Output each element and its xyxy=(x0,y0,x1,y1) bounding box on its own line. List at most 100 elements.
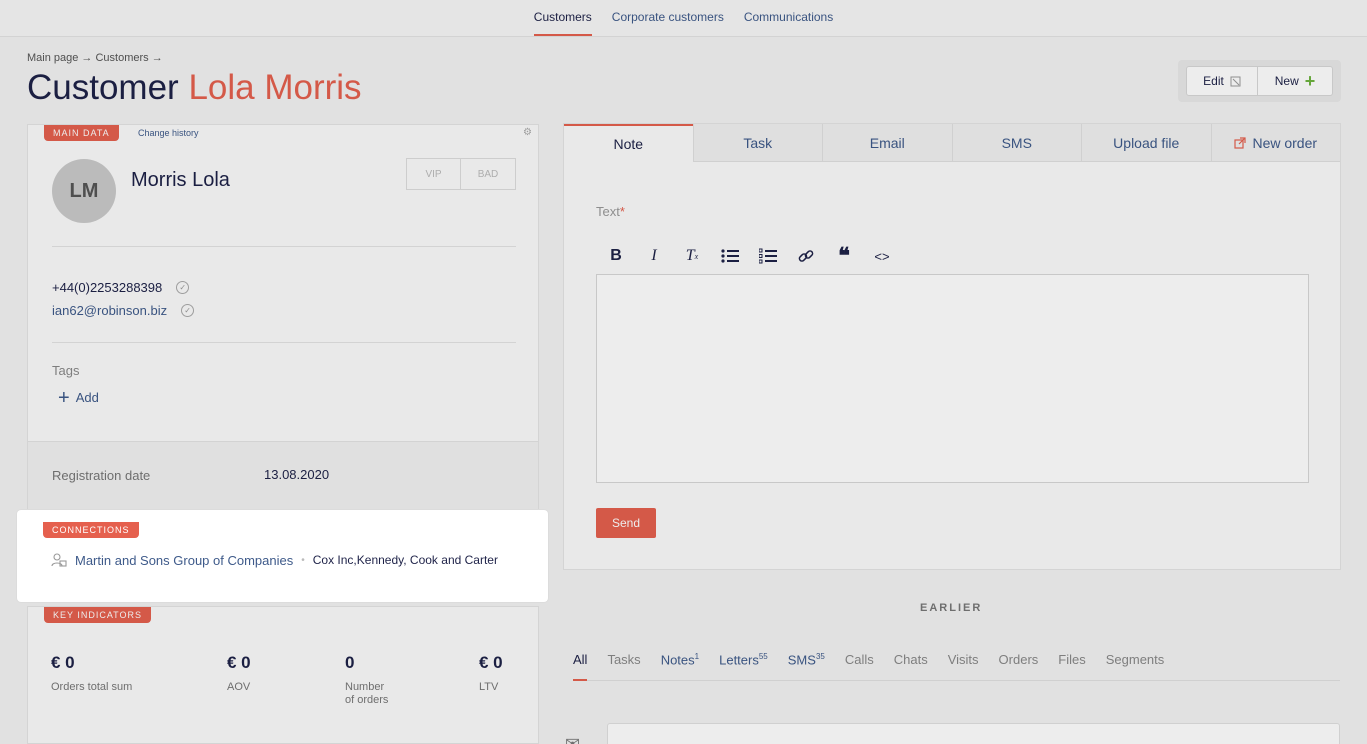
page-title-customer-name: Lola Morris xyxy=(188,68,362,107)
indicator-aov: € 0 AOV xyxy=(227,653,251,694)
tab-new-order[interactable]: New order xyxy=(1210,124,1340,161)
page-title-prefix: Customer xyxy=(27,68,179,107)
formatting-toolbar: B I Tx ❝ <> xyxy=(606,243,892,268)
tab-task[interactable]: Task xyxy=(692,124,822,161)
verified-check-icon: ✓ xyxy=(181,304,195,317)
indicator-value: € 0 xyxy=(227,653,251,672)
verified-check-icon: ✓ xyxy=(176,281,190,294)
filter-sms-label: SMS xyxy=(787,652,816,668)
new-button-label: New xyxy=(1274,74,1299,88)
company-link[interactable]: Martin and Sons Group of Companies xyxy=(75,553,293,568)
connections-row: Martin and Sons Group of Companies • Cox… xyxy=(51,552,498,568)
filter-calls[interactable]: Calls xyxy=(845,650,874,680)
key-indicators-label: KEY INDICATORS xyxy=(44,607,152,623)
clear-format-icon[interactable]: Tx xyxy=(682,246,702,266)
divider xyxy=(52,246,516,247)
filter-chats[interactable]: Chats xyxy=(894,650,928,680)
registration-date-label: Registration date xyxy=(52,468,151,483)
note-text-input[interactable] xyxy=(596,274,1309,483)
filter-letters-count: 55 xyxy=(758,652,768,661)
indicator-ltv: € 0 LTV xyxy=(479,653,503,694)
history-entry xyxy=(607,723,1340,744)
action-buttons: Edit New + xyxy=(1178,60,1341,102)
other-companies: Cox Inc,Kennedy, Cook and Carter xyxy=(312,553,498,567)
page-title: Customer Lola Morris xyxy=(27,68,362,108)
blockquote-icon[interactable]: ❝ xyxy=(834,243,854,268)
plus-icon: + xyxy=(58,386,70,409)
external-link-icon xyxy=(1234,136,1247,149)
indicator-value: € 0 xyxy=(51,653,75,672)
tab-sms[interactable]: SMS xyxy=(951,124,1081,161)
connections-highlight: CONNECTIONS Martin and Sons Group of Com… xyxy=(17,510,548,602)
indicator-number-of-orders: 0 Number of orders xyxy=(345,653,389,707)
tags-label: Tags xyxy=(52,363,80,378)
avatar: LM xyxy=(52,159,116,223)
text-field-label: Text* xyxy=(596,204,625,219)
filter-notes-label: Notes xyxy=(660,652,695,668)
indicator-label: Number of orders xyxy=(345,681,389,706)
communication-editor: Note Task Email SMS Upload file New orde… xyxy=(563,123,1341,570)
tab-email[interactable]: Email xyxy=(822,124,952,161)
filter-segments[interactable]: Segments xyxy=(1106,650,1165,680)
connections-card: CONNECTIONS Martin and Sons Group of Com… xyxy=(27,522,538,590)
filter-tasks[interactable]: Tasks xyxy=(607,650,640,680)
filter-letters-label: Letters xyxy=(719,652,759,668)
indicator-label: LTV xyxy=(479,681,499,693)
filter-letters[interactable]: Letters55 xyxy=(719,650,768,680)
tab-upload-file[interactable]: Upload file xyxy=(1081,124,1211,161)
nav-corporate-customers[interactable]: Corporate customers xyxy=(612,0,724,36)
italic-icon[interactable]: I xyxy=(644,246,664,266)
main-data-card: MAIN DATA Change history ⚙ LM Morris Lol… xyxy=(27,124,539,509)
top-nav: Customers Corporate customers Communicat… xyxy=(0,0,1367,37)
email-link[interactable]: ian62@robinson.biz xyxy=(52,303,167,318)
add-tag-button[interactable]: + Add xyxy=(58,386,99,409)
registration-row: Registration date 13.08.2020 xyxy=(28,441,538,509)
indicator-value: 0 xyxy=(345,653,355,672)
filter-notes[interactable]: Notes1 xyxy=(661,650,699,680)
indicator-label: AOV xyxy=(227,681,251,693)
edit-button-label: Edit xyxy=(1203,74,1224,88)
filter-orders[interactable]: Orders xyxy=(999,650,1039,680)
earlier-heading: EARLIER xyxy=(920,602,983,614)
edit-icon xyxy=(1230,76,1241,86)
customer-badges: VIP BAD xyxy=(406,158,516,190)
change-history-link[interactable]: Change history xyxy=(138,128,199,138)
tab-new-order-label: New order xyxy=(1252,134,1318,151)
text-label: Text xyxy=(596,204,620,219)
gear-icon[interactable]: ⚙ xyxy=(523,127,532,138)
tab-note[interactable]: Note xyxy=(564,124,693,162)
bullet-list-icon[interactable] xyxy=(720,246,740,266)
connections-label: CONNECTIONS xyxy=(43,522,139,538)
code-icon[interactable]: <> xyxy=(872,246,892,266)
indicator-label: Orders total sum xyxy=(51,681,133,693)
numbered-list-icon[interactable] xyxy=(758,246,778,266)
bold-icon[interactable]: B xyxy=(606,246,626,266)
new-button[interactable]: New + xyxy=(1258,66,1333,96)
phone-number[interactable]: +44(0)2253288398 xyxy=(52,280,162,295)
editor-tabs: Note Task Email SMS Upload file New orde… xyxy=(564,124,1340,162)
send-button[interactable]: Send xyxy=(596,508,656,538)
history-filter-tabs: All Tasks Notes1 Letters55 SMS35 Calls C… xyxy=(573,650,1340,681)
breadcrumb[interactable]: Main page → Customers → xyxy=(27,52,163,64)
indicator-orders-total-sum: € 0 Orders total sum xyxy=(51,653,132,694)
plus-icon: + xyxy=(1304,71,1316,91)
filter-sms-count: 35 xyxy=(815,652,825,661)
edit-button[interactable]: Edit xyxy=(1186,66,1258,96)
filter-sms[interactable]: SMS35 xyxy=(788,650,825,680)
key-indicators-card: KEY INDICATORS € 0 Orders total sum € 0 … xyxy=(27,606,539,744)
bad-toggle[interactable]: BAD xyxy=(461,158,516,190)
indicator-value: € 0 xyxy=(479,653,503,672)
filter-visits[interactable]: Visits xyxy=(948,650,979,680)
required-marker: * xyxy=(619,204,625,219)
nav-communications[interactable]: Communications xyxy=(744,0,833,36)
separator-dot: • xyxy=(301,554,305,566)
nav-customers[interactable]: Customers xyxy=(533,0,592,36)
filter-files[interactable]: Files xyxy=(1058,650,1085,680)
divider xyxy=(52,342,516,343)
filter-all[interactable]: All xyxy=(573,650,588,681)
phone-row: +44(0)2253288398 ✓ xyxy=(52,280,190,295)
registration-date-value: 13.08.2020 xyxy=(264,467,330,482)
mail-icon: ✉ xyxy=(565,734,581,744)
link-icon[interactable] xyxy=(796,246,816,266)
vip-toggle[interactable]: VIP xyxy=(406,158,461,190)
